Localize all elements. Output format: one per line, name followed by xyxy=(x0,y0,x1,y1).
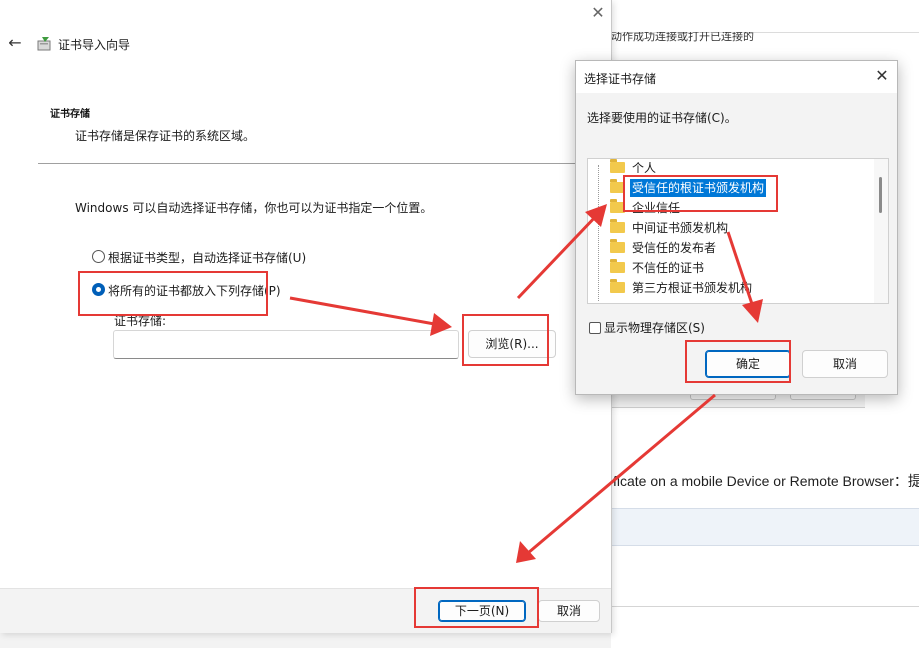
arrow-to-next xyxy=(527,393,716,555)
arrow-to-ok xyxy=(726,231,756,311)
arrowhead xyxy=(742,299,763,323)
arrow-to-store xyxy=(516,212,600,300)
arrow-to-browse xyxy=(289,296,441,327)
annotation-arrows xyxy=(289,204,763,563)
arrowhead xyxy=(430,313,452,336)
arrowhead xyxy=(516,541,536,563)
